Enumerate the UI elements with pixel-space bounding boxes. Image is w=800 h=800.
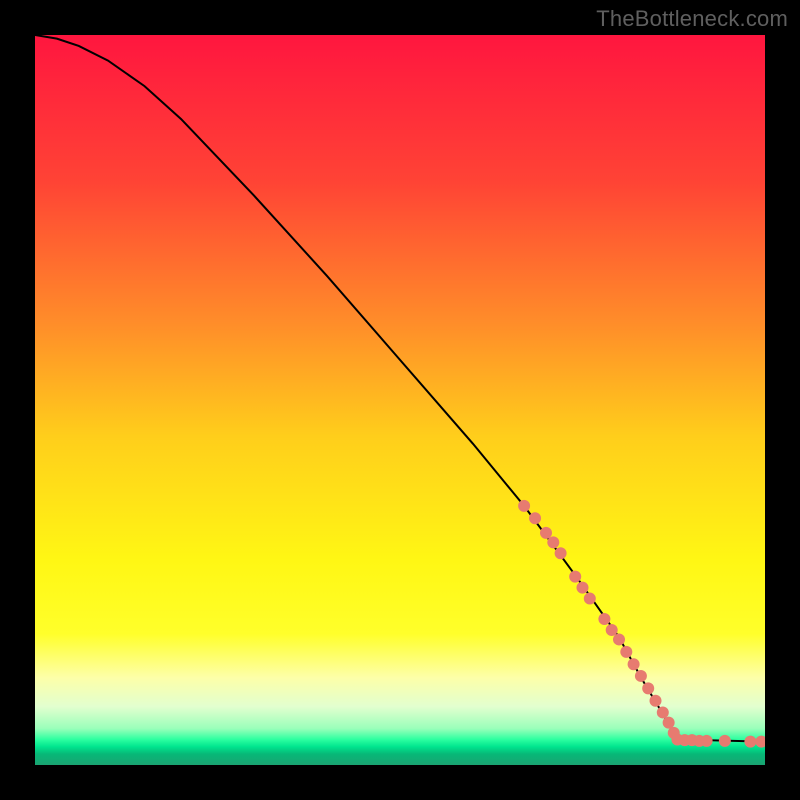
gradient-background: [35, 35, 765, 765]
scatter-point: [518, 500, 530, 512]
scatter-point: [606, 624, 618, 636]
scatter-point: [569, 571, 581, 583]
scatter-point: [529, 512, 541, 524]
watermark-text: TheBottleneck.com: [596, 6, 788, 32]
scatter-point: [719, 735, 731, 747]
scatter-point: [577, 582, 589, 594]
scatter-point: [584, 593, 596, 605]
scatter-point: [540, 527, 552, 539]
chart-frame: TheBottleneck.com: [0, 0, 800, 800]
scatter-point: [620, 646, 632, 658]
scatter-point: [547, 536, 559, 548]
scatter-point: [642, 682, 654, 694]
plot-area: [35, 35, 765, 765]
scatter-point: [555, 547, 567, 559]
scatter-point: [657, 706, 669, 718]
scatter-point: [650, 695, 662, 707]
scatter-point: [635, 670, 647, 682]
scatter-point: [701, 735, 713, 747]
scatter-point: [628, 658, 640, 670]
plot-svg: [35, 35, 765, 765]
scatter-point: [744, 736, 756, 748]
scatter-point: [663, 717, 675, 729]
scatter-point: [613, 633, 625, 645]
scatter-point: [598, 613, 610, 625]
